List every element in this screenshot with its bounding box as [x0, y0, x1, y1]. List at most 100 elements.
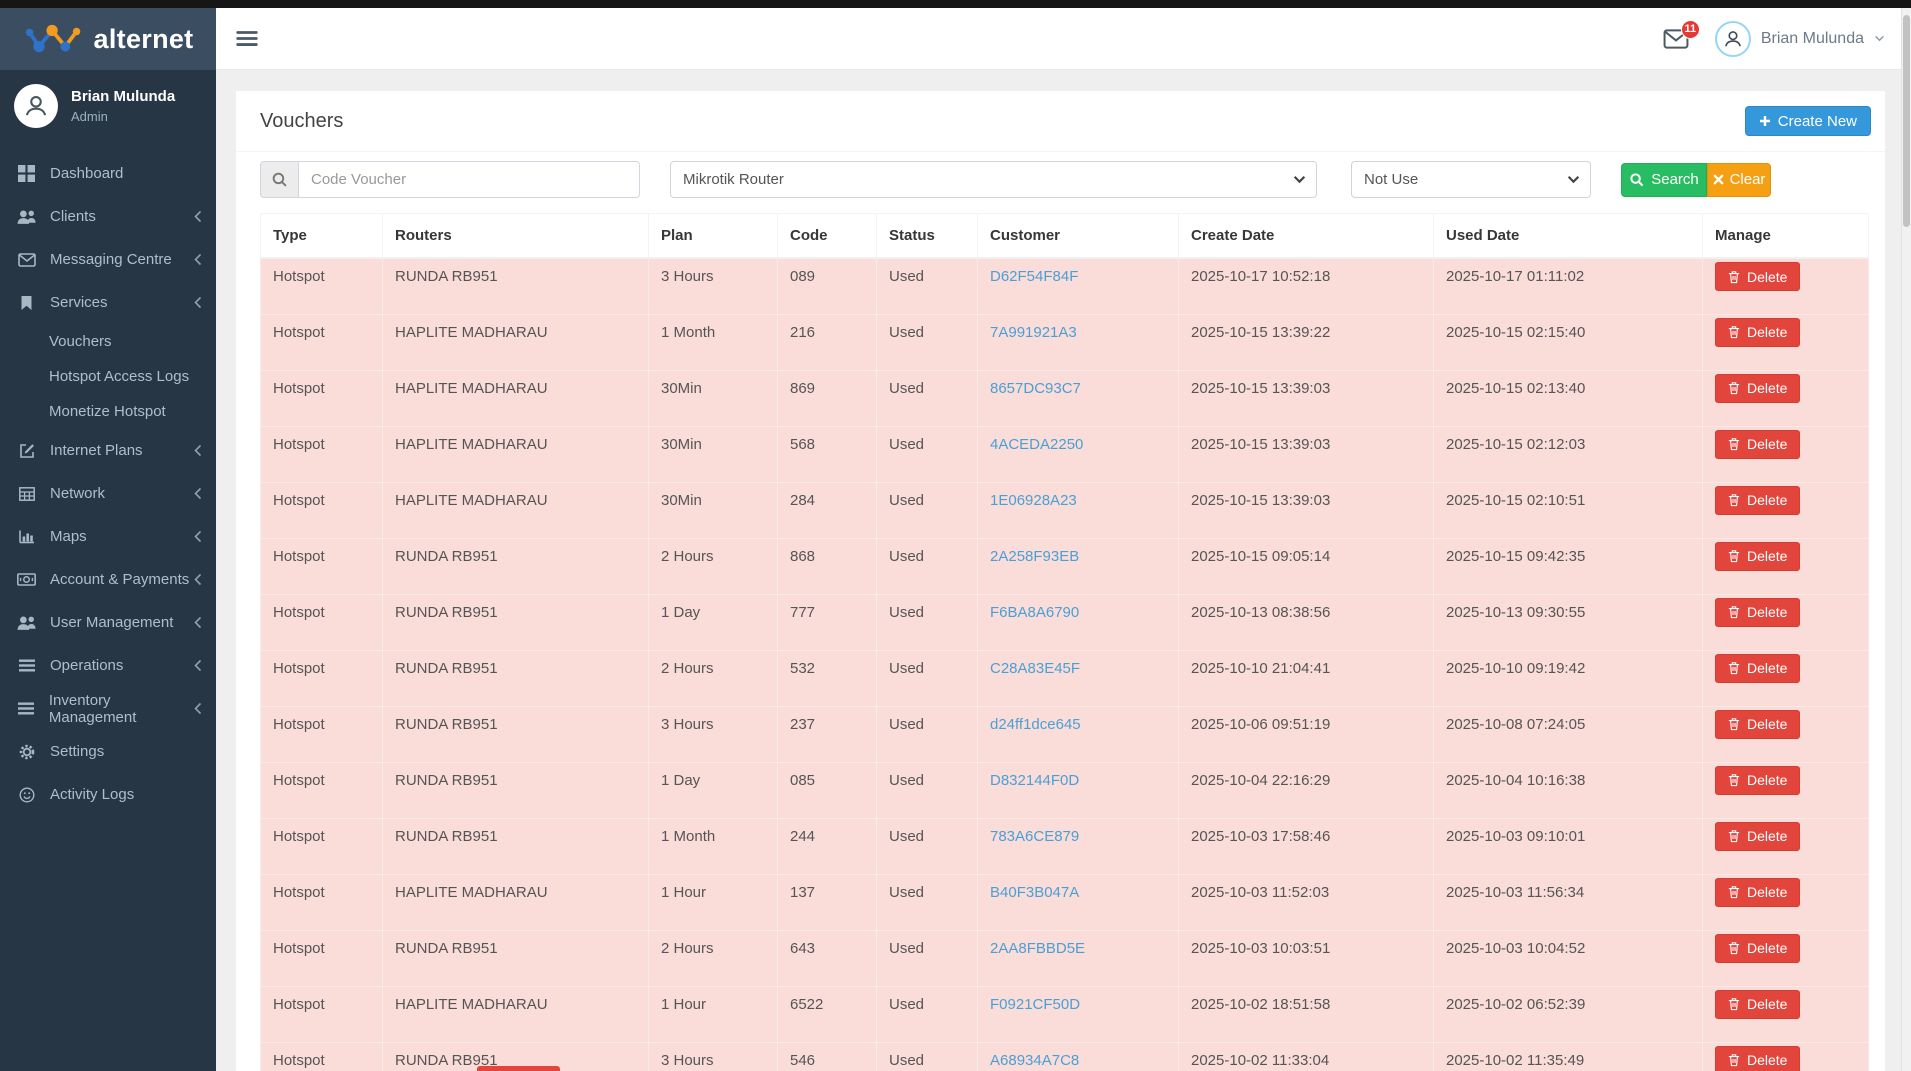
sidebar-item-internet-plans[interactable]: Internet Plans — [0, 429, 216, 472]
cell-customer: A68934A7C8 — [978, 1042, 1179, 1071]
brand-logo[interactable]: alternet — [0, 8, 216, 70]
customer-link[interactable]: A68934A7C8 — [990, 1052, 1079, 1069]
customer-link[interactable]: 2AA8FBBD5E — [990, 940, 1085, 957]
customer-link[interactable]: d24ff1dce645 — [990, 716, 1081, 733]
table-row: HotspotHAPLITE MADHARAU30Min869Used8657D… — [261, 370, 1869, 426]
cell-manage: Delete — [1703, 930, 1869, 986]
delete-button[interactable]: Delete — [1715, 318, 1800, 347]
cell-type: Hotspot — [261, 426, 383, 482]
delete-button[interactable]: Delete — [1715, 598, 1800, 627]
sidebar-item-operations[interactable]: Operations — [0, 644, 216, 687]
cell-code: 568 — [778, 426, 877, 482]
customer-link[interactable]: 783A6CE879 — [990, 828, 1079, 845]
delete-button[interactable]: Delete — [1715, 710, 1800, 739]
delete-button-label: Delete — [1747, 604, 1787, 620]
customer-link[interactable]: F0921CF50D — [990, 996, 1080, 1013]
delete-button-label: Delete — [1747, 716, 1787, 732]
sidebar-subitem-hotspot-access-logs[interactable]: Hotspot Access Logs — [0, 359, 216, 394]
sidebar-item-inventory-management[interactable]: Inventory Management — [0, 687, 216, 730]
trash-icon — [1728, 270, 1740, 284]
sidebar-item-dashboard[interactable]: Dashboard — [0, 152, 216, 195]
delete-button[interactable]: Delete — [1715, 878, 1800, 907]
customer-link[interactable]: 4ACEDA2250 — [990, 436, 1083, 453]
vertical-scrollbar[interactable] — [1901, 8, 1911, 1071]
table-row: HotspotRUNDA RB9513 Hours237Usedd24ff1dc… — [261, 706, 1869, 762]
cell-plan: 1 Hour — [649, 986, 778, 1042]
envelope-icon — [16, 253, 37, 267]
sidebar-item-messaging-centre[interactable]: Messaging Centre — [0, 238, 216, 281]
chevron-left-icon — [194, 616, 202, 629]
sidebar-item-network[interactable]: Network — [0, 472, 216, 515]
delete-button[interactable]: Delete — [1715, 430, 1800, 459]
router-select[interactable]: Mikrotik Router — [670, 161, 1317, 198]
delete-button-label: Delete — [1747, 492, 1787, 508]
messages-button[interactable]: 11 — [1663, 29, 1689, 49]
code-voucher-input[interactable] — [298, 161, 640, 198]
customer-link[interactable]: 1E06928A23 — [990, 492, 1077, 509]
cell-create-date: 2025-10-17 10:52:18 — [1179, 258, 1434, 314]
search-button[interactable]: Search — [1621, 163, 1707, 197]
create-new-button[interactable]: Create New — [1745, 106, 1871, 136]
table-row: HotspotRUNDA RB9511 Day777UsedF6BA8A6790… — [261, 594, 1869, 650]
sidebar-item-activity-logs[interactable]: Activity Logs — [0, 773, 216, 816]
table-row: HotspotRUNDA RB9512 Hours532UsedC28A83E4… — [261, 650, 1869, 706]
delete-button[interactable]: Delete — [1715, 1046, 1800, 1071]
customer-link[interactable]: 7A991921A3 — [990, 324, 1077, 341]
cell-create-date: 2025-10-02 18:51:58 — [1179, 986, 1434, 1042]
sidebar-item-account-and-payments[interactable]: Account & Payments — [0, 558, 216, 601]
customer-link[interactable]: F6BA8A6790 — [990, 604, 1079, 621]
status-select[interactable]: Not Use — [1351, 161, 1591, 198]
cell-manage: Delete — [1703, 482, 1869, 538]
scrollbar-thumb[interactable] — [1903, 15, 1910, 227]
cell-status: Used — [877, 762, 978, 818]
vouchers-table: TypeRoutersPlanCodeStatusCustomerCreate … — [260, 213, 1869, 1071]
sidebar-item-services[interactable]: Services — [0, 281, 216, 324]
customer-link[interactable]: 8657DC93C7 — [990, 380, 1081, 397]
sidebar-item-settings[interactable]: Settings — [0, 730, 216, 773]
bookmark-icon — [16, 295, 37, 311]
customer-link[interactable]: B40F3B047A — [990, 884, 1079, 901]
delete-button[interactable]: Delete — [1715, 486, 1800, 515]
cell-used-date: 2025-10-15 02:15:40 — [1434, 314, 1703, 370]
sidebar-subitem-monetize-hotspot[interactable]: Monetize Hotspot — [0, 394, 216, 429]
cell-manage: Delete — [1703, 874, 1869, 930]
partially-visible-red-element[interactable] — [477, 1066, 560, 1071]
delete-button[interactable]: Delete — [1715, 766, 1800, 795]
user-menu[interactable]: Brian Mulunda — [1715, 21, 1885, 57]
sidebar-item-label: Operations — [50, 657, 123, 674]
sidebar-item-user-management[interactable]: User Management — [0, 601, 216, 644]
delete-button[interactable]: Delete — [1715, 990, 1800, 1019]
customer-link[interactable]: 2A258F93EB — [990, 548, 1079, 565]
cell-type: Hotspot — [261, 818, 383, 874]
chevron-left-icon — [194, 702, 202, 715]
customer-link[interactable]: D62F54F84F — [990, 268, 1078, 285]
column-header-customer: Customer — [978, 214, 1179, 259]
cell-customer: 2AA8FBBD5E — [978, 930, 1179, 986]
delete-button[interactable]: Delete — [1715, 374, 1800, 403]
sidebar-toggle-hamburger-icon[interactable] — [236, 30, 258, 47]
sidebar: Brian Mulunda Admin DashboardClientsMess… — [0, 70, 216, 1071]
table-row: HotspotRUNDA RB9511 Month244Used783A6CE8… — [261, 818, 1869, 874]
customer-link[interactable]: C28A83E45F — [990, 660, 1080, 677]
customer-link[interactable]: D832144F0D — [990, 772, 1079, 789]
delete-button[interactable]: Delete — [1715, 654, 1800, 683]
cell-router: HAPLITE MADHARAU — [383, 482, 649, 538]
cell-status: Used — [877, 594, 978, 650]
delete-button[interactable]: Delete — [1715, 822, 1800, 851]
clear-button[interactable]: Clear — [1707, 163, 1771, 197]
cell-code: 244 — [778, 818, 877, 874]
delete-button-label: Delete — [1747, 660, 1787, 676]
cell-customer: 2A258F93EB — [978, 538, 1179, 594]
sidebar-item-maps[interactable]: Maps — [0, 515, 216, 558]
status-select-value: Not Use — [1364, 171, 1418, 188]
sidebar-subitem-vouchers[interactable]: Vouchers — [0, 324, 216, 359]
delete-button[interactable]: Delete — [1715, 934, 1800, 963]
delete-button[interactable]: Delete — [1715, 542, 1800, 571]
sidebar-item-clients[interactable]: Clients — [0, 195, 216, 238]
cell-router: RUNDA RB951 — [383, 594, 649, 650]
cell-type: Hotspot — [261, 874, 383, 930]
table-row: HotspotHAPLITE MADHARAU30Min568Used4ACED… — [261, 426, 1869, 482]
card-header: Vouchers Create New — [236, 91, 1885, 152]
delete-button[interactable]: Delete — [1715, 262, 1800, 291]
sidebar-item-label: Maps — [50, 528, 87, 545]
